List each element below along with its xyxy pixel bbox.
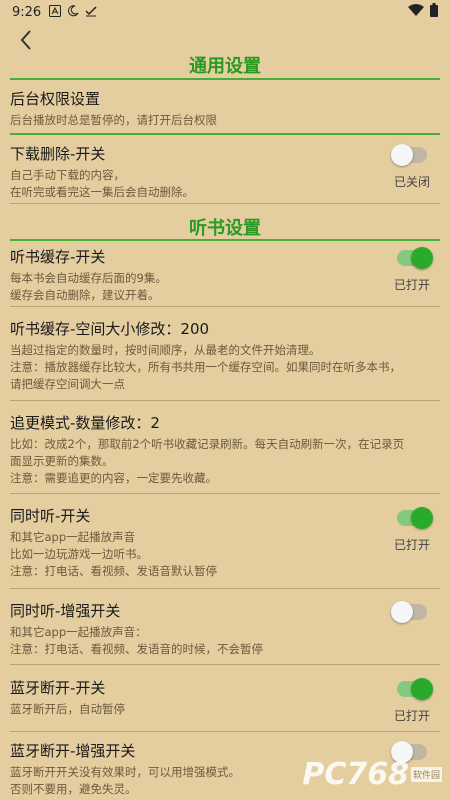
toggle-audio-cache[interactable]: 已打开 (390, 247, 434, 293)
toggle-simultaneous[interactable]: 已打开 (390, 507, 434, 553)
setting-title: 追更模式-数量修改：2 (10, 414, 160, 432)
a-icon (49, 4, 62, 20)
watermark-text: PC768 (302, 757, 409, 792)
wifi-icon (408, 4, 424, 20)
setting-follow-mode[interactable]: 追更模式-数量修改：2 比如：改成2个，那取前2个听书收藏记录刷新。每天自动刷新… (10, 412, 440, 487)
setting-title: 听书缓存-空间大小修改：200 (10, 320, 210, 338)
setting-audio-cache[interactable]: 听书缓存-开关 每本书会自动缓存后面的9集。 缓存会自动删除，建议开着。 (10, 246, 440, 304)
section-title-listening: 听书设置 (189, 218, 261, 239)
setting-desc: 每本书会自动缓存后面的9集。 缓存会自动删除，建议开着。 (10, 271, 167, 302)
toggle-status: 已关闭 (393, 175, 430, 189)
setting-simultaneous[interactable]: 同时听-开关 和其它app一起播放声音 比如一边玩游戏一边听书。 注意：打电话、… (10, 505, 440, 580)
toggle-download-delete[interactable]: 已关闭 (390, 144, 434, 190)
setting-title: 蓝牙断开-开关 (10, 679, 106, 697)
status-time: 9:26 (12, 4, 42, 20)
toggle-bluetooth-disconnect[interactable]: 已打开 (390, 678, 434, 724)
section-divider (10, 133, 440, 135)
toggle-switch[interactable] (391, 144, 427, 166)
toggle-status: 已打开 (393, 278, 430, 292)
setting-desc: 自己手动下载的内容， 在听完或看完这一集后会自动删除。 (10, 168, 194, 199)
setting-title: 同时听-增强开关 (10, 602, 121, 620)
setting-desc: 比如：改成2个，那取前2个听书收藏记录刷新。每天自动刷新一次，在记录页 面显示更… (10, 437, 405, 485)
section-divider (10, 239, 440, 241)
status-bar: 9:26 (0, 0, 450, 24)
setting-simultaneous-enhanced[interactable]: 同时听-增强开关 和其它app一起播放声音： 注意：打电话、看视频、发语音的时候… (10, 600, 440, 658)
toggle-status: 已打开 (393, 538, 430, 552)
setting-download-delete[interactable]: 下载删除-开关 自己手动下载的内容， 在听完或看完这一集后会自动删除。 (10, 143, 440, 201)
setting-title: 同时听-开关 (10, 507, 91, 525)
toggle-simultaneous-enhanced[interactable] (390, 601, 434, 623)
watermark-logo: PC768 软件园 (302, 757, 442, 792)
setting-desc: 蓝牙断开后，自动暂停 (10, 702, 125, 716)
setting-cache-size[interactable]: 听书缓存-空间大小修改：200 当超过指定的数量时，按时间顺序，从最老的文件开始… (10, 318, 440, 393)
setting-bluetooth-disconnect[interactable]: 蓝牙断开-开关 蓝牙断开后，自动暂停 (10, 677, 440, 718)
setting-desc: 后台播放时总是暂停的，请打开后台权限 (10, 113, 217, 127)
toggle-switch[interactable] (397, 678, 433, 700)
setting-background-permission[interactable]: 后台权限设置 后台播放时总是暂停的，请打开后台权限 (10, 88, 440, 129)
setting-title: 听书缓存-开关 (10, 248, 106, 266)
section-title-general: 通用设置 (189, 56, 261, 77)
setting-desc: 和其它app一起播放声音 比如一边玩游戏一边听书。 注意：打电话、看视频、发语音… (10, 530, 217, 578)
battery-icon (430, 3, 438, 21)
toggle-switch[interactable] (397, 247, 433, 269)
setting-desc: 当超过指定的数量时，按时间顺序，从最老的文件开始清理。 注意：播放器缓存比较大，… (10, 343, 401, 391)
toggle-switch[interactable] (397, 507, 433, 529)
moon-icon (67, 4, 79, 20)
toggle-status: 已打开 (393, 709, 430, 723)
toggle-switch[interactable] (391, 601, 427, 623)
watermark-sub: 软件园 (410, 767, 442, 782)
setting-desc: 和其它app一起播放声音： 注意：打电话、看视频、发语音的时候，不会暂停 (10, 625, 263, 656)
setting-title: 后台权限设置 (10, 90, 101, 108)
setting-title: 下载删除-开关 (10, 145, 106, 163)
check-icon (85, 5, 97, 20)
section-divider (10, 78, 440, 80)
